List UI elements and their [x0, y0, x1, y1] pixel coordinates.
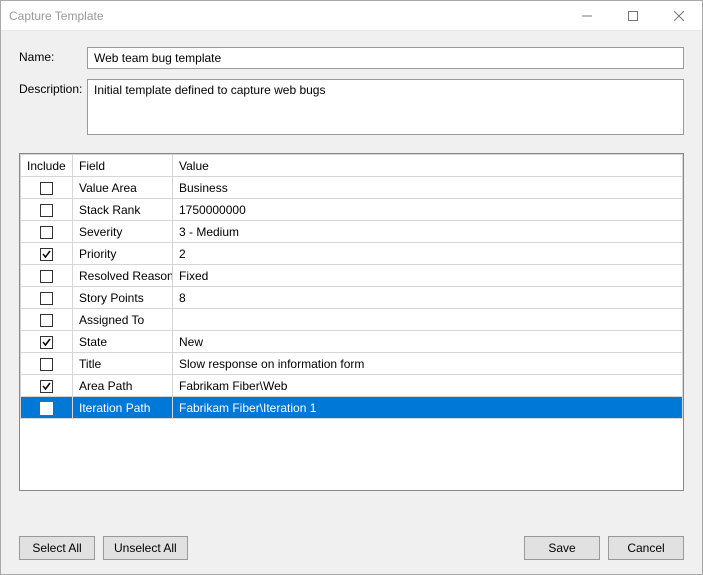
include-checkbox[interactable]: [40, 270, 53, 283]
value-cell: 2: [173, 243, 683, 265]
value-cell: Fixed: [173, 265, 683, 287]
field-cell: Title: [73, 353, 173, 375]
include-cell[interactable]: [21, 265, 73, 287]
cancel-button[interactable]: Cancel: [608, 536, 684, 560]
capture-template-dialog: Capture Template Name: Description: Init…: [0, 0, 703, 575]
value-cell: Fabrikam Fiber\Web: [173, 375, 683, 397]
window-title: Capture Template: [9, 9, 564, 23]
include-cell[interactable]: [21, 221, 73, 243]
table-row[interactable]: Severity3 - Medium: [21, 221, 683, 243]
name-input[interactable]: [87, 47, 684, 69]
field-cell: Value Area: [73, 177, 173, 199]
close-button[interactable]: [656, 1, 702, 31]
value-cell: Slow response on information form: [173, 353, 683, 375]
field-cell: Stack Rank: [73, 199, 173, 221]
include-checkbox[interactable]: [40, 336, 53, 349]
field-cell: Assigned To: [73, 309, 173, 331]
value-cell: 3 - Medium: [173, 221, 683, 243]
table-row[interactable]: Resolved ReasonFixed: [21, 265, 683, 287]
include-checkbox[interactable]: [40, 380, 53, 393]
value-cell: 8: [173, 287, 683, 309]
include-cell[interactable]: [21, 353, 73, 375]
unselect-all-button[interactable]: Unselect All: [103, 536, 188, 560]
include-checkbox[interactable]: [40, 292, 53, 305]
field-cell: Severity: [73, 221, 173, 243]
table-row[interactable]: Stack Rank1750000000: [21, 199, 683, 221]
description-input[interactable]: Initial template defined to capture web …: [87, 79, 684, 135]
description-label: Description:: [19, 79, 87, 135]
save-button[interactable]: Save: [524, 536, 600, 560]
field-cell: Area Path: [73, 375, 173, 397]
include-checkbox[interactable]: [40, 248, 53, 261]
include-checkbox[interactable]: [40, 226, 53, 239]
include-checkbox[interactable]: [40, 204, 53, 217]
header-value[interactable]: Value: [173, 155, 683, 177]
table-row[interactable]: Story Points8: [21, 287, 683, 309]
include-cell[interactable]: [21, 199, 73, 221]
include-cell[interactable]: [21, 287, 73, 309]
include-cell[interactable]: [21, 177, 73, 199]
header-field[interactable]: Field: [73, 155, 173, 177]
titlebar: Capture Template: [1, 1, 702, 31]
value-cell: [173, 309, 683, 331]
table-row[interactable]: Priority2: [21, 243, 683, 265]
fields-grid: Include Field Value Value AreaBusinessSt…: [19, 153, 684, 491]
value-cell: New: [173, 331, 683, 353]
name-label: Name:: [19, 47, 87, 69]
include-cell[interactable]: [21, 309, 73, 331]
include-cell[interactable]: [21, 375, 73, 397]
header-row: Include Field Value: [21, 155, 683, 177]
select-all-button[interactable]: Select All: [19, 536, 95, 560]
field-cell: Iteration Path: [73, 397, 173, 419]
table-row[interactable]: StateNew: [21, 331, 683, 353]
include-cell[interactable]: [21, 331, 73, 353]
include-checkbox[interactable]: [40, 402, 53, 415]
table-row[interactable]: Area PathFabrikam Fiber\Web: [21, 375, 683, 397]
table-row[interactable]: Value AreaBusiness: [21, 177, 683, 199]
table-row[interactable]: Assigned To: [21, 309, 683, 331]
minimize-icon: [582, 11, 592, 21]
field-cell: Story Points: [73, 287, 173, 309]
field-cell: Priority: [73, 243, 173, 265]
include-checkbox[interactable]: [40, 314, 53, 327]
value-cell: 1750000000: [173, 199, 683, 221]
include-cell[interactable]: [21, 243, 73, 265]
value-cell: Fabrikam Fiber\Iteration 1: [173, 397, 683, 419]
button-bar: Select All Unselect All Save Cancel: [1, 522, 702, 574]
table-row[interactable]: TitleSlow response on information form: [21, 353, 683, 375]
include-cell[interactable]: [21, 397, 73, 419]
field-cell: State: [73, 331, 173, 353]
header-include[interactable]: Include: [21, 155, 73, 177]
maximize-icon: [628, 11, 638, 21]
table-row[interactable]: Iteration PathFabrikam Fiber\Iteration 1: [21, 397, 683, 419]
maximize-button[interactable]: [610, 1, 656, 31]
value-cell: Business: [173, 177, 683, 199]
close-icon: [674, 11, 684, 21]
form-area: Name: Description: Initial template defi…: [1, 31, 702, 153]
include-checkbox[interactable]: [40, 358, 53, 371]
field-cell: Resolved Reason: [73, 265, 173, 287]
minimize-button[interactable]: [564, 1, 610, 31]
include-checkbox[interactable]: [40, 182, 53, 195]
